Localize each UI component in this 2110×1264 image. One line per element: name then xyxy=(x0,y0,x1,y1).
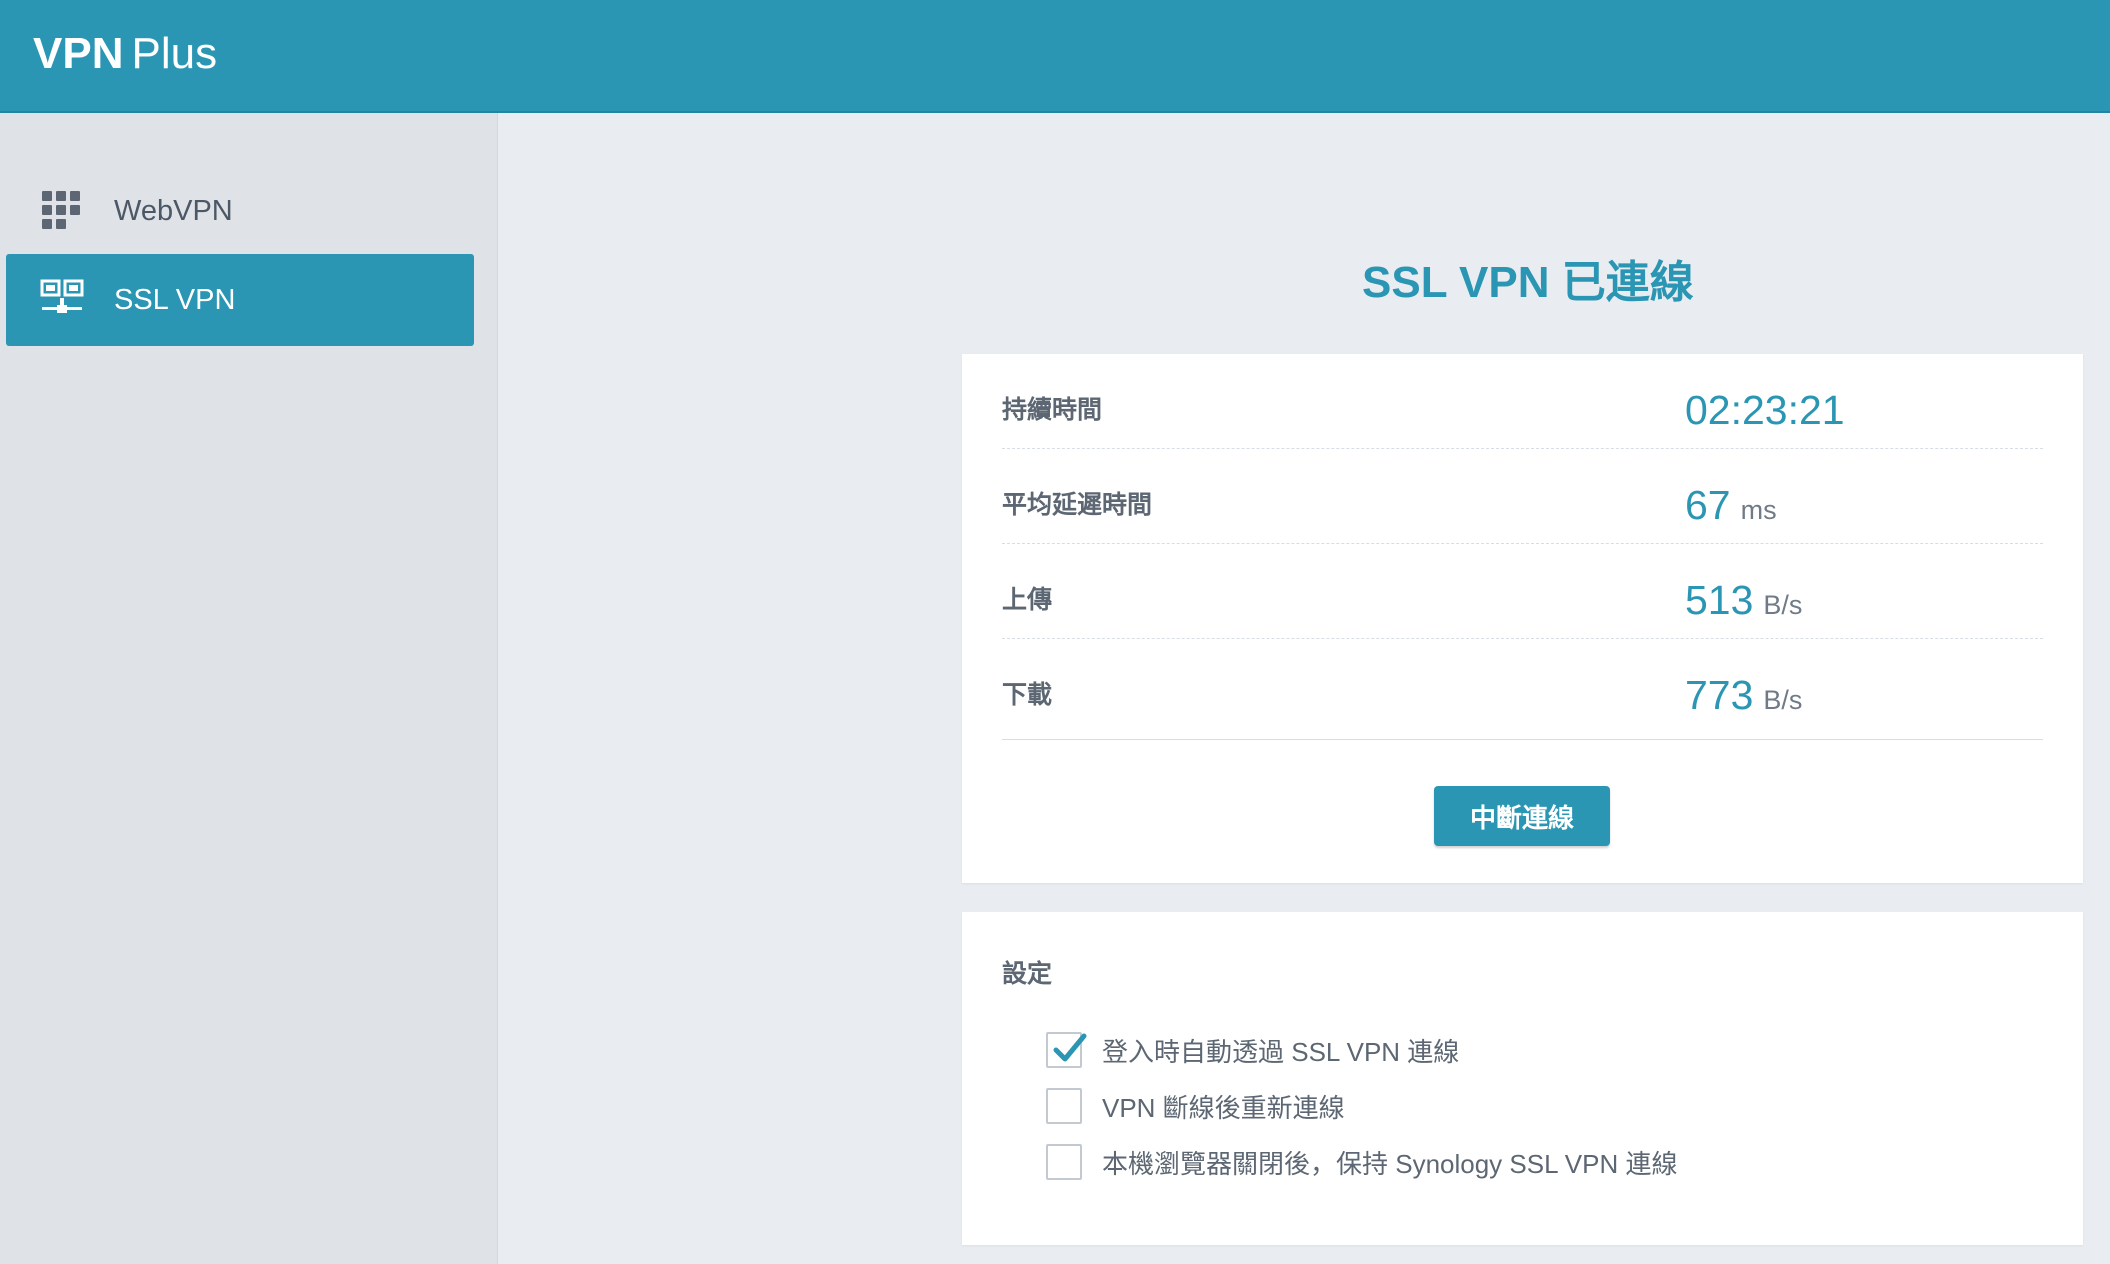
network-icon xyxy=(40,278,84,322)
option-reconnect[interactable]: VPN 斷線後重新連線 xyxy=(1046,1088,1946,1124)
status-card: 持續時間 02:23:21 平均延遲時間 67 ms 上傳 513 B/s 下載 7… xyxy=(962,354,2083,883)
grid-icon xyxy=(40,189,84,233)
disconnect-button[interactable]: 中斷連線 xyxy=(1434,786,1610,846)
sidebar-item-label: WebVPN xyxy=(114,195,233,227)
app-logo: VPN Plus xyxy=(33,28,217,80)
sidebar: WebVPN SSL VPN xyxy=(0,113,498,1264)
download-unit: B/s xyxy=(1763,685,1803,715)
brand-bold: VPN xyxy=(33,29,124,78)
latency-unit: ms xyxy=(1740,495,1777,525)
app-header: VPN Plus xyxy=(0,0,2110,113)
latency-value: 67 xyxy=(1685,482,1731,528)
row-value: 773 B/s xyxy=(1685,639,1802,761)
page-title: SSL VPN 已連線 xyxy=(1362,258,1694,307)
checkmark-icon xyxy=(1053,1033,1087,1062)
option-label: 本機瀏覽器關閉後，保持 Synology SSL VPN 連線 xyxy=(1102,1148,1678,1179)
duration-value: 02:23:21 xyxy=(1685,387,1845,433)
sidebar-item-ssl-vpn[interactable]: SSL VPN xyxy=(6,254,474,346)
settings-card: 設定 登入時自動透過 SSL VPN 連線 VPN 斷線後重新連線 本機瀏覽器關… xyxy=(962,912,2083,1245)
row-label: 下載 xyxy=(1002,681,1053,709)
auto-connect-checkbox[interactable] xyxy=(1046,1032,1087,1068)
reconnect-checkbox[interactable] xyxy=(1046,1088,1082,1124)
upload-unit: B/s xyxy=(1763,590,1803,620)
option-label: 登入時自動透過 SSL VPN 連線 xyxy=(1102,1036,1460,1067)
status-row-latency: 平均延遲時間 67 ms xyxy=(1002,449,2043,544)
option-label: VPN 斷線後重新連線 xyxy=(1102,1092,1345,1123)
status-row-download: 下載 773 B/s xyxy=(1002,639,2043,740)
sidebar-item-webvpn[interactable]: WebVPN xyxy=(6,165,474,257)
status-row-duration: 持續時間 02:23:21 xyxy=(1002,354,2043,449)
sidebar-item-label: SSL VPN xyxy=(114,284,236,316)
upload-value: 513 xyxy=(1685,577,1754,623)
keep-connection-checkbox[interactable] xyxy=(1046,1144,1082,1180)
download-value: 773 xyxy=(1685,672,1754,718)
brand-light: Plus xyxy=(131,29,218,78)
option-auto-connect[interactable]: 登入時自動透過 SSL VPN 連線 xyxy=(1046,1032,1946,1068)
option-keep-connection[interactable]: 本機瀏覽器關閉後，保持 Synology SSL VPN 連線 xyxy=(1046,1144,1946,1180)
settings-title: 設定 xyxy=(1002,960,1053,988)
status-row-upload: 上傳 513 B/s xyxy=(1002,544,2043,639)
